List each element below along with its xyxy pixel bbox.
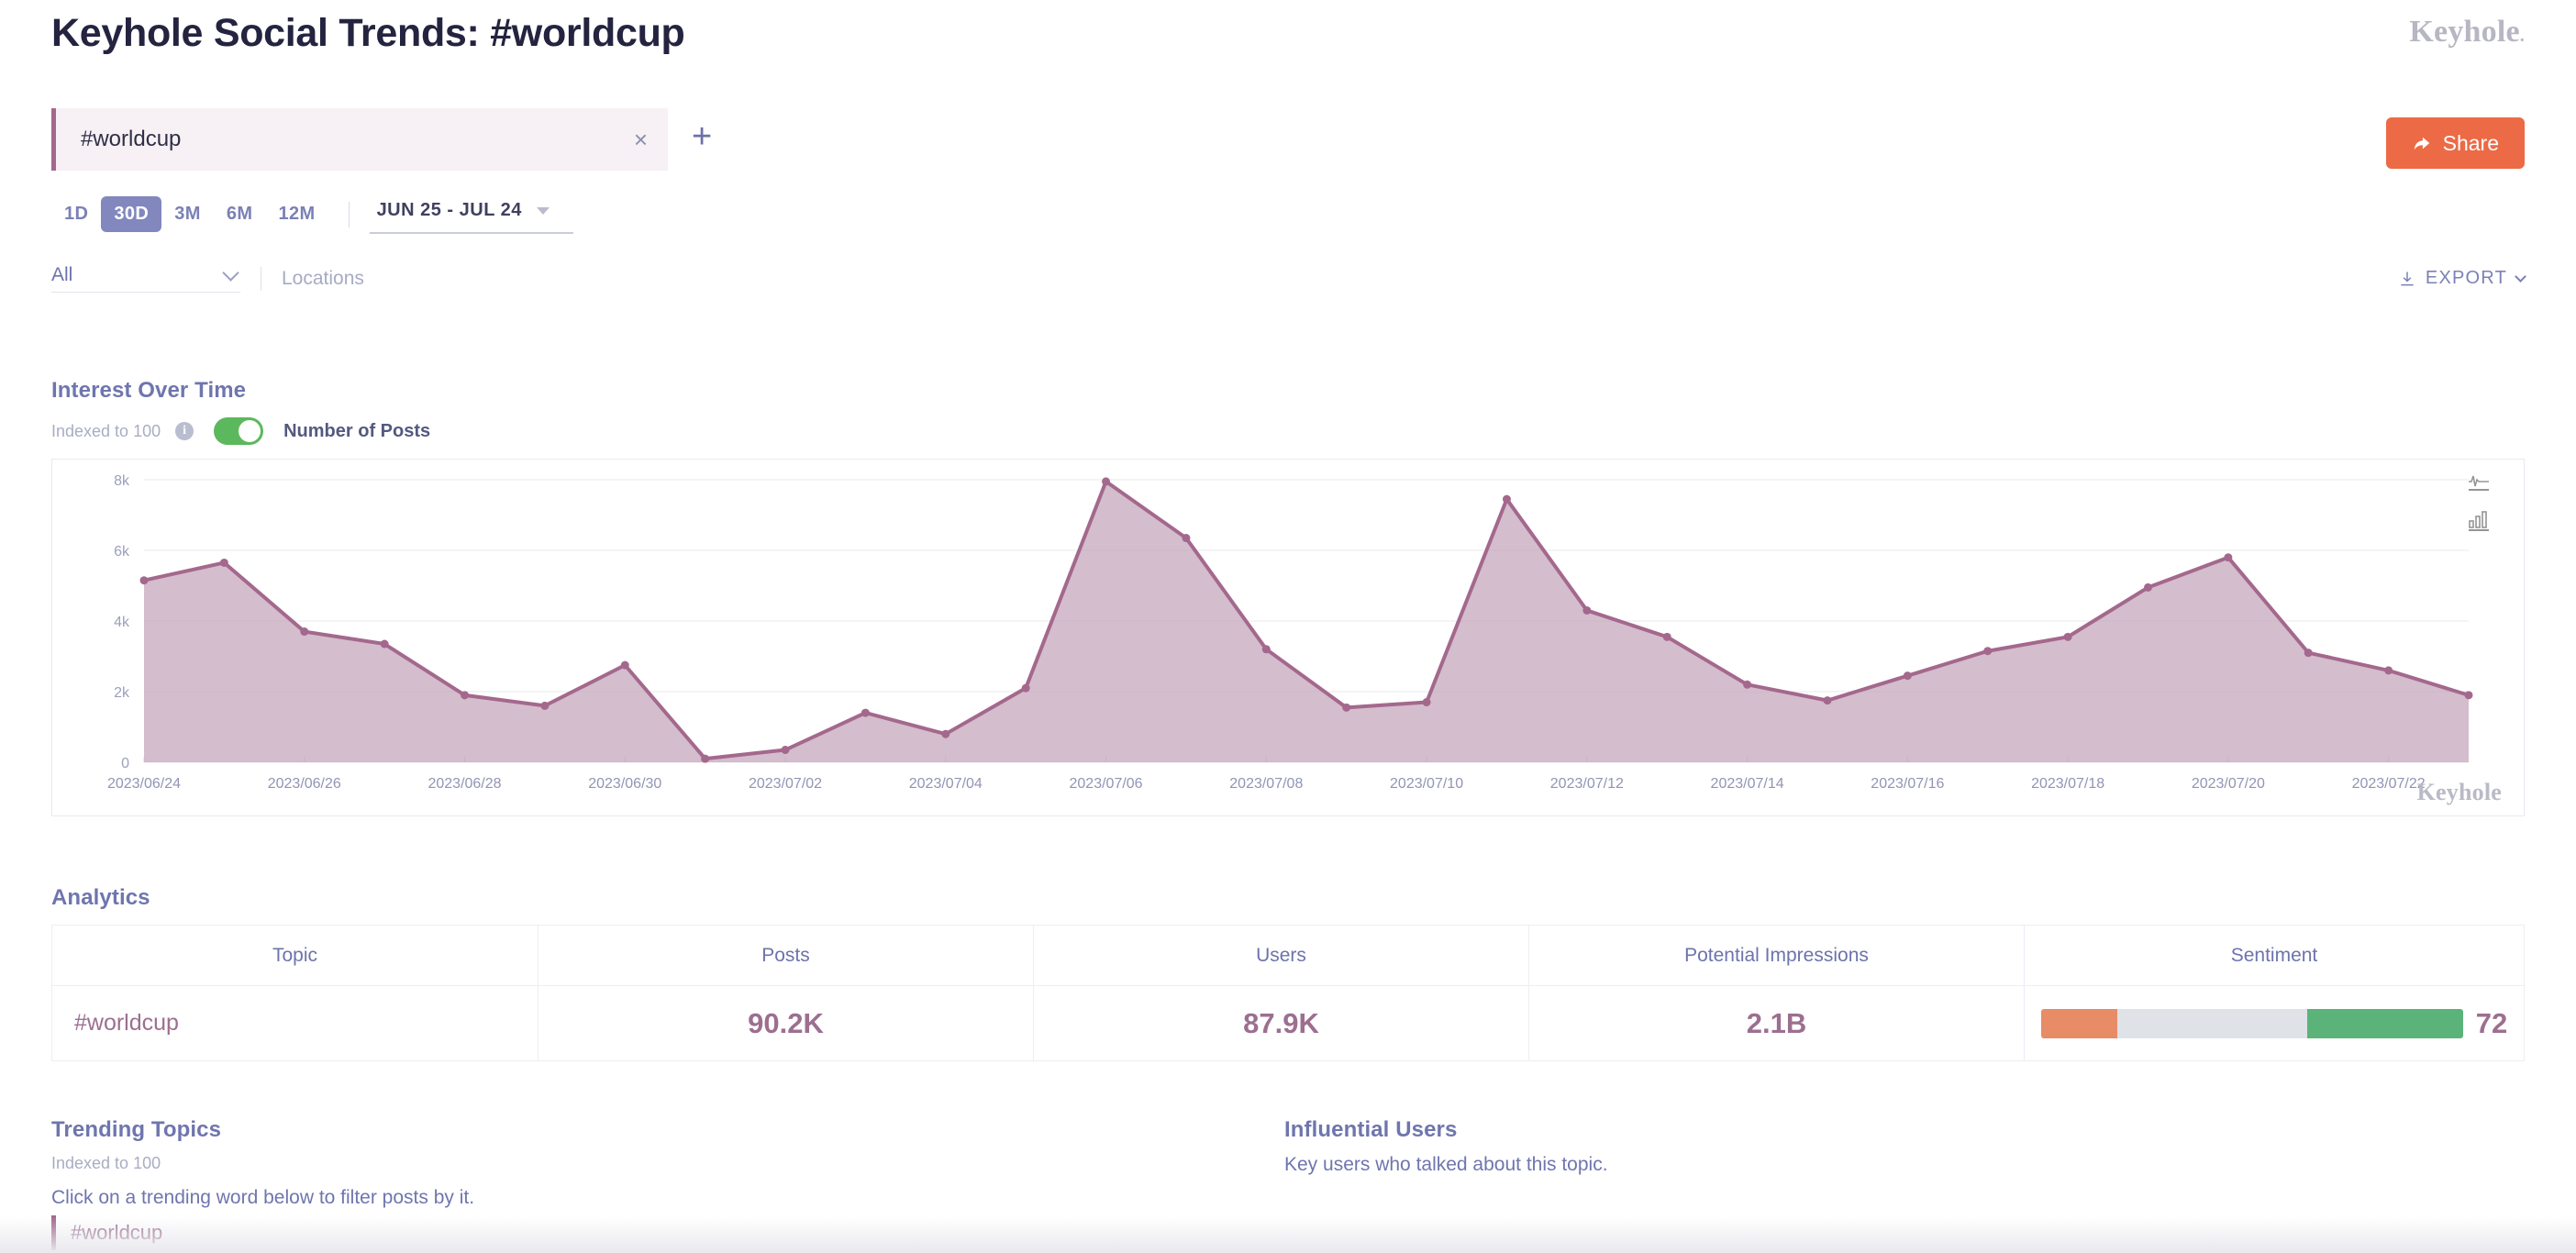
svg-text:2023/07/06: 2023/07/06 [1070, 776, 1143, 792]
sentiment-score: 72 [2475, 1006, 2508, 1039]
topic-chip-worldcup[interactable]: #worldcup × [51, 108, 668, 171]
svg-text:2023/07/04: 2023/07/04 [909, 776, 983, 792]
sentiment-positive-segment [2306, 1008, 2463, 1038]
chart-type-toggle-group [2467, 471, 2491, 533]
bar-chart-icon[interactable] [2467, 509, 2491, 533]
interest-over-time-chart: 0 2k 4k 6k 8k 2023/06/24 2023/06/26 2023/06/28 2… [51, 459, 2525, 816]
range-button-6m[interactable]: 6M [214, 196, 266, 232]
export-button[interactable]: EXPORT [2398, 268, 2526, 289]
svg-text:4k: 4k [114, 615, 130, 630]
locations-filter[interactable]: Locations [282, 268, 364, 290]
table-row[interactable]: #worldcup 90.2K 87.9K 2.1B 72 [51, 985, 2525, 1061]
sentiment-meter: 72 [2026, 1007, 2523, 1040]
share-button-label: Share [2442, 130, 2499, 155]
svg-text:2023/06/24: 2023/06/24 [107, 776, 181, 792]
date-range-label: JUN 25 - JUL 24 [376, 200, 522, 220]
range-button-30d[interactable]: 30D [101, 196, 162, 232]
chevron-down-icon [2515, 270, 2526, 283]
trending-hint: Click on a trending word below to filter… [51, 1187, 475, 1208]
analytics-title: Analytics [51, 885, 150, 910]
column-header-posts: Posts [538, 925, 1034, 986]
line-chart-icon[interactable] [2467, 471, 2491, 494]
area-chart-svg: 0 2k 4k 6k 8k 2023/06/24 2023/06/26 2023/06/28 2… [107, 473, 2473, 792]
number-of-posts-toggle[interactable] [214, 417, 264, 445]
download-icon [2401, 272, 2414, 285]
svg-text:0: 0 [121, 756, 129, 771]
range-button-1d[interactable]: 1D [51, 196, 101, 232]
divider [348, 201, 350, 227]
keyhole-logo-text: Keyhole [2409, 15, 2520, 49]
topic-chip-label: #worldcup [81, 127, 182, 151]
svg-text:2023/07/12: 2023/07/12 [1550, 776, 1624, 792]
svg-text:8k: 8k [114, 473, 130, 489]
svg-text:2023/07/22: 2023/07/22 [2352, 776, 2426, 792]
date-range-picker[interactable]: JUN 25 - JUL 24 [369, 194, 573, 234]
svg-text:2023/07/18: 2023/07/18 [2031, 776, 2104, 792]
svg-text:2023/06/26: 2023/06/26 [268, 776, 341, 792]
interest-over-time-controls: Indexed to 100 i Number of Posts [51, 417, 430, 445]
trending-topics-title: Trending Topics [51, 1117, 222, 1142]
network-select[interactable]: All [51, 264, 240, 293]
range-button-3m[interactable]: 3M [161, 196, 214, 232]
column-header-topic: Topic [51, 925, 539, 986]
cell-posts: 90.2K [538, 985, 1034, 1061]
network-select-value: All [51, 264, 73, 285]
cell-topic: #worldcup [51, 985, 539, 1061]
cell-impressions: 2.1B [1528, 985, 2025, 1061]
svg-text:2023/07/16: 2023/07/16 [1871, 776, 1944, 792]
analytics-table: Topic Posts Users Potential Impressions … [51, 925, 2525, 1061]
svg-text:2023/07/14: 2023/07/14 [1711, 776, 1784, 792]
info-icon[interactable]: i [175, 422, 194, 440]
export-button-label: EXPORT [2425, 268, 2507, 288]
chart-watermark: Keyhole [2416, 779, 2502, 805]
svg-text:6k: 6k [114, 544, 130, 560]
svg-text:2023/06/30: 2023/06/30 [588, 776, 661, 792]
sentiment-bar [2040, 1008, 2463, 1038]
keyhole-social-trends-page: Keyhole Social Trends: #worldcup Keyhole… [0, 0, 2576, 1253]
filter-row: All Locations [51, 264, 364, 293]
sentiment-neutral-segment [2116, 1008, 2307, 1038]
range-button-12m[interactable]: 12M [265, 196, 328, 232]
share-icon [2414, 137, 2429, 150]
share-button[interactable]: Share [2385, 117, 2525, 169]
indexed-label: Indexed to 100 [51, 421, 161, 440]
column-header-impressions: Potential Impressions [1528, 925, 2025, 986]
chevron-down-icon [222, 264, 239, 282]
toggle-knob [239, 420, 261, 442]
number-of-posts-label: Number of Posts [283, 420, 431, 441]
sentiment-negative-segment [2040, 1008, 2117, 1038]
svg-text:2023/07/10: 2023/07/10 [1390, 776, 1463, 792]
svg-text:2023/07/08: 2023/07/08 [1229, 776, 1303, 792]
influential-users-title: Influential Users [1284, 1117, 1458, 1142]
column-header-sentiment: Sentiment [2024, 925, 2525, 986]
interest-over-time-title: Interest Over Time [51, 378, 247, 403]
svg-text:2023/07/02: 2023/07/02 [749, 776, 822, 792]
chevron-down-icon [536, 206, 550, 215]
influential-users-subtitle: Key users who talked about this topic. [1284, 1154, 1608, 1175]
table-header-row: Topic Posts Users Potential Impressions … [51, 925, 2525, 986]
time-range-selector: 1D 30D 3M 6M 12M JUN 25 - JUL 24 [51, 194, 573, 234]
trending-indexed-label: Indexed to 100 [51, 1154, 161, 1172]
add-topic-button[interactable]: + [692, 119, 712, 154]
cell-sentiment: 72 [2024, 985, 2525, 1061]
close-icon[interactable]: × [634, 128, 648, 151]
svg-text:2k: 2k [114, 685, 130, 701]
column-header-users: Users [1033, 925, 1529, 986]
svg-text:2023/06/28: 2023/06/28 [427, 776, 501, 792]
keyhole-logo-dot: . [2519, 26, 2525, 46]
keyhole-logo: Keyhole. [2409, 15, 2525, 50]
cell-users: 87.9K [1033, 985, 1529, 1061]
svg-text:2023/07/20: 2023/07/20 [2192, 776, 2265, 792]
bottom-fade [0, 1216, 2576, 1253]
page-title: Keyhole Social Trends: #worldcup [51, 11, 685, 55]
topic-chip-row: #worldcup × + [51, 108, 712, 171]
